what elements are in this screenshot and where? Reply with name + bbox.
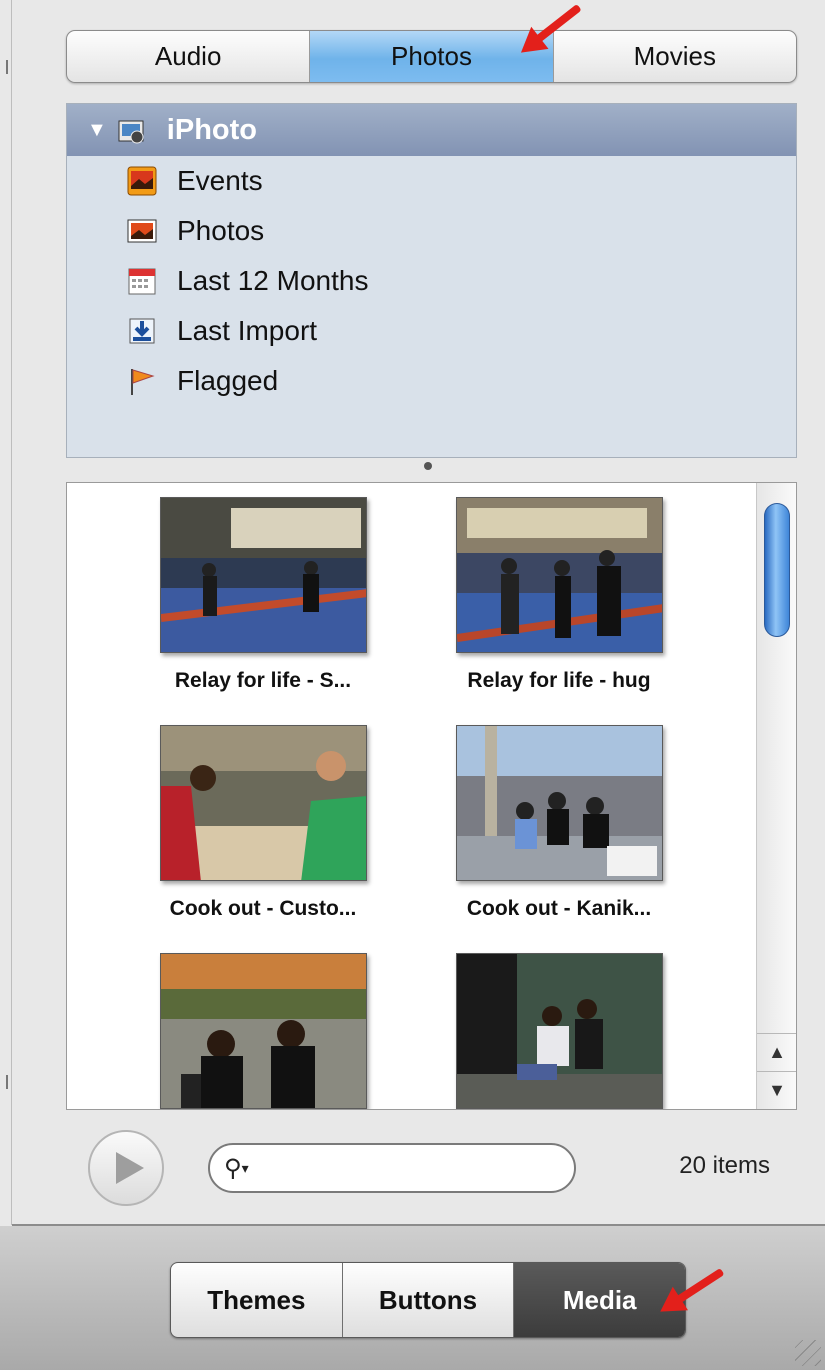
panel-switcher-tabs: Themes Buttons Media — [170, 1262, 686, 1338]
source-item-label: Last 12 Months — [177, 265, 369, 296]
tab-themes[interactable]: Themes — [171, 1263, 342, 1337]
photo-image — [455, 497, 663, 653]
source-item-label: Flagged — [177, 365, 279, 396]
source-item-last-import[interactable]: Last Import — [67, 306, 796, 356]
photo-thumbnail[interactable]: Cook out - Kanik... — [419, 725, 699, 921]
search-icon[interactable]: ⚲ — [224, 1154, 242, 1183]
photo-thumbnail[interactable] — [419, 953, 699, 1109]
window-resize-grip-icon[interactable] — [795, 1340, 821, 1366]
source-item-events[interactable]: Events — [67, 156, 796, 206]
photo-image — [159, 953, 367, 1109]
search-field[interactable]: ⚲ ▾ — [208, 1143, 576, 1193]
flag-icon — [127, 366, 157, 396]
photo-thumbnail[interactable]: Relay for life - S... — [123, 497, 403, 693]
search-options-chevron-icon[interactable]: ▾ — [242, 1160, 249, 1177]
events-icon — [127, 166, 157, 196]
edge-tick — [6, 1075, 8, 1089]
photo-caption: Cook out - Kanik... — [466, 897, 652, 920]
photo-browser: Relay for life - S... Relay for life - h… — [66, 482, 797, 1110]
source-item-flagged[interactable]: Flagged — [67, 356, 796, 406]
scroll-down-arrow-icon[interactable]: ▼ — [757, 1071, 796, 1109]
photo-caption: Relay for life - S... — [174, 669, 352, 692]
vertical-scrollbar[interactable]: ▲ ▼ — [756, 483, 796, 1109]
split-resize-handle[interactable] — [424, 462, 432, 470]
photo-image — [455, 953, 663, 1109]
photo-thumbnail[interactable]: Relay for life - hug — [419, 497, 699, 693]
search-input[interactable] — [254, 1156, 535, 1180]
photo-image — [159, 497, 367, 653]
source-item-label: Last Import — [177, 315, 318, 346]
tab-audio[interactable]: Audio — [67, 31, 309, 82]
source-item-photos[interactable]: Photos — [67, 206, 796, 256]
window-left-edge — [0, 0, 12, 1225]
scroll-up-arrow-icon[interactable]: ▲ — [757, 1033, 796, 1071]
source-header-label: iPhoto — [166, 113, 257, 146]
photos-icon — [127, 216, 157, 246]
disclosure-triangle-icon[interactable]: ▼ — [87, 119, 107, 142]
scrollbar-thumb[interactable] — [764, 503, 790, 637]
source-item-last-12-months[interactable]: Last 12 Months — [67, 256, 796, 306]
photo-thumbnail[interactable] — [123, 953, 403, 1109]
item-count: 20 items — [679, 1152, 770, 1179]
photo-caption: Cook out - Custo... — [169, 897, 357, 920]
photo-image — [159, 725, 367, 881]
media-type-tabs: Audio Photos Movies — [66, 30, 797, 83]
photo-thumbnail[interactable]: Cook out - Custo... — [123, 725, 403, 921]
source-item-label: Events — [177, 165, 263, 196]
calendar-icon — [127, 266, 157, 296]
iphoto-icon — [117, 115, 147, 145]
tab-buttons[interactable]: Buttons — [341, 1263, 514, 1337]
play-slideshow-button[interactable] — [88, 1130, 164, 1206]
import-icon — [127, 316, 157, 346]
iphoto-library-header[interactable]: ▼ iPhoto — [67, 104, 796, 156]
source-item-label: Photos — [177, 215, 265, 246]
edge-tick — [6, 60, 8, 74]
photo-image — [455, 725, 663, 881]
photo-caption: Relay for life - hug — [467, 669, 651, 692]
tab-movies[interactable]: Movies — [552, 31, 796, 82]
source-list: ▼ iPhoto Events Photos Last 12 Months La… — [66, 103, 797, 458]
